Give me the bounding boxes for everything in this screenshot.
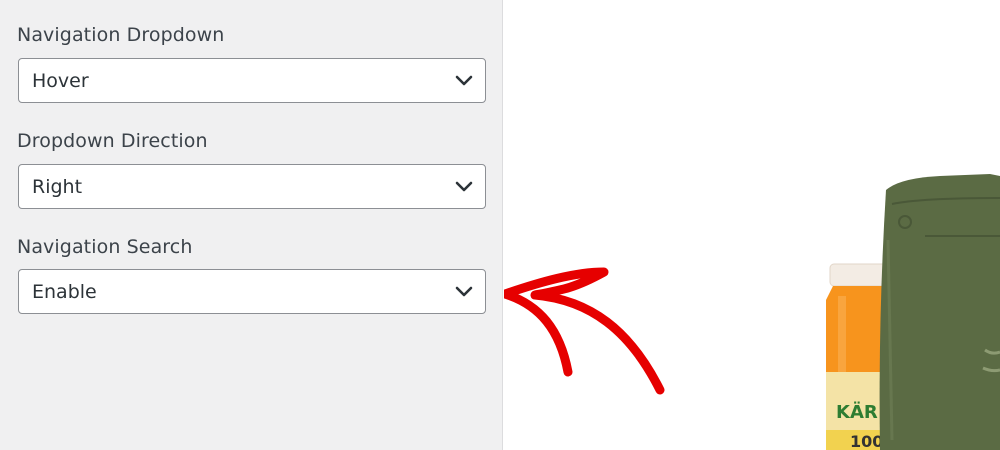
- chevron-down-icon: [455, 181, 473, 191]
- navigation-dropdown-field: Navigation Dropdown Hover: [17, 24, 486, 103]
- settings-panel: Navigation Dropdown Hover Dropdown Direc…: [0, 0, 503, 450]
- green-pouch-image: [879, 174, 1000, 450]
- dropdown-direction-value: Right: [32, 175, 83, 198]
- chevron-down-icon: [455, 286, 473, 296]
- product-image: KÄR 100: [504, 174, 1000, 450]
- dropdown-direction-label: Dropdown Direction: [17, 130, 208, 152]
- navigation-dropdown-label: Navigation Dropdown: [17, 24, 225, 46]
- jar-label-text: KÄR: [836, 401, 878, 423]
- navigation-search-select[interactable]: Enable: [18, 269, 486, 314]
- navigation-search-label: Navigation Search: [17, 236, 193, 258]
- dropdown-direction-select[interactable]: Right: [18, 164, 486, 209]
- navigation-dropdown-value: Hover: [32, 69, 89, 92]
- jar-number-text: 100: [850, 432, 883, 450]
- site-preview: KÄR 100: [504, 0, 1000, 450]
- navigation-search-field: Navigation Search Enable: [17, 236, 486, 314]
- navigation-search-value: Enable: [32, 280, 97, 303]
- dropdown-direction-field: Dropdown Direction Right: [17, 130, 486, 209]
- arrow-icon: [504, 267, 665, 395]
- navigation-dropdown-select[interactable]: Hover: [18, 58, 486, 103]
- chevron-down-icon: [455, 75, 473, 85]
